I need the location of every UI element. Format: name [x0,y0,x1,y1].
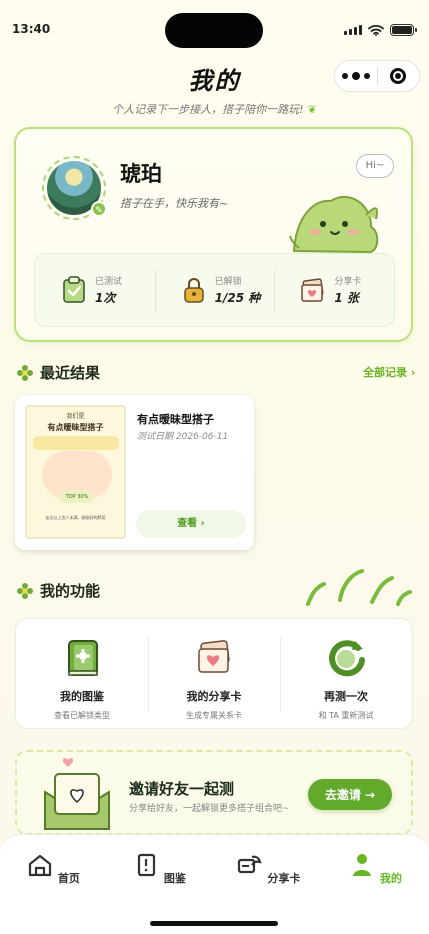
share-card-icon [301,278,324,302]
feature-desc: 查看已解锁类型 [54,711,110,720]
poster-top-text: 我们是 [66,413,85,420]
book-alert-icon [137,853,156,877]
stat-label: 已解锁 [214,277,242,287]
flower-icon [17,582,33,599]
invite-banner[interactable]: 邀请好友一起测 分享给好友，一起解锁更多搭子组合吧~ 去邀请 → [15,750,413,835]
camera-notch [165,13,263,48]
target-icon [390,68,407,84]
stat-share-cards[interactable]: 分享卡 1 张 [274,254,394,326]
result-poster: 我们是 有点暧昧型搭子 TOP 30% 友达以上恋人未满，刚刚好的默契 [25,405,126,539]
feature-label: 我的分享卡 [186,690,242,703]
recent-results-heading: 最近结果 [16,362,100,383]
mini-program-capsule [334,60,420,92]
mascot-illustration [289,195,379,254]
poster-badge: TOP 30% [60,491,94,503]
more-button[interactable] [335,71,377,80]
lock-icon [183,278,204,303]
leaf-icon: ❦ [307,103,317,116]
stat-value: 1次 [95,291,116,305]
section-title: 最近结果 [40,364,101,382]
clipboard-check-icon [63,276,85,303]
status-time: 13:40 [12,22,51,36]
feature-desc: 生成专属关系卡 [186,711,242,720]
stat-value: 1 张 [334,291,359,305]
features-card: 我的图鉴 查看已解锁类型 我的分享卡 生成专属关系卡 再测一次 和 TA 重新测… [15,618,413,729]
feature-retest[interactable]: 再测一次 和 TA 重新测试 [280,619,412,728]
poster-ribbon [32,436,119,450]
signal-icon [344,25,362,35]
grass-decoration [306,569,412,606]
view-result-button[interactable]: 查看 › [136,510,246,538]
stat-label: 已测试 [95,277,123,287]
all-records-link[interactable]: 全部记录 › [363,364,415,380]
poster-note: 友达以上恋人未满，刚刚好的默契 [45,515,106,520]
envelope-heart-icon [44,758,110,830]
book-icon [68,640,98,676]
username: 琥珀 [120,162,162,186]
stat-tested[interactable]: 已测试 1次 [35,254,155,326]
invite-title: 邀请好友一起测 [129,780,235,798]
avatar[interactable]: ✎ [42,156,107,220]
user-icon [353,854,372,876]
feature-desc: 和 TA 重新测试 [318,711,374,720]
bottom-tab-bar: 首页 图鉴 分享卡 我的 [0,834,429,934]
profile-stats: 已测试 1次 已解锁 1/25 种 分享卡 1 张 [34,253,395,327]
profile-card: ✎ 琥珀 搭子在手，快乐我有~ Hi~ 已测试 1次 已解锁 1/25 种 分享卡 1… [14,127,413,342]
tab-home[interactable]: 首页 [18,851,88,886]
tab-label: 图鉴 [163,872,186,885]
result-name: 有点暧昧型搭子 [137,413,214,426]
wifi-icon [368,24,384,36]
flower-icon [17,364,33,381]
invite-desc: 分享给好友，一起解锁更多搭子组合吧~ [129,804,290,814]
tab-label: 分享卡 [267,872,301,885]
edit-avatar-icon[interactable]: ✎ [91,201,107,217]
subtitle-text: 个人记录下一步接人，搭子陪你一路玩! [112,103,304,116]
page-subtitle: 个人记录下一步接人，搭子陪你一路玩! ❦ [0,101,429,117]
status-icons [344,24,417,36]
stat-unlocked[interactable]: 已解锁 1/25 种 [154,254,275,326]
share-icon [237,855,262,874]
home-icon [28,854,52,877]
invite-button[interactable]: 去邀请 → [308,779,392,810]
user-bio: 搭子在手，快乐我有~ [120,197,229,210]
tab-collection[interactable]: 图鉴 [124,851,194,886]
result-date: 测试日期 2026-06-11 [137,432,229,442]
recent-result-card[interactable]: 我们是 有点暧昧型搭子 TOP 30% 友达以上恋人未满，刚刚好的默契 有点暧昧… [15,395,254,550]
close-button[interactable] [378,68,419,84]
home-indicator [150,921,278,926]
poster-title: 有点暧昧型搭子 [47,423,104,432]
tab-label: 首页 [57,872,80,885]
feature-label: 我的图鉴 [60,690,104,703]
hi-bubble: Hi~ [356,154,394,178]
features-heading: 我的功能 [16,580,100,601]
feature-label: 再测一次 [324,690,368,703]
stat-value: 1/25 种 [214,291,261,305]
tab-share-card[interactable]: 分享卡 [233,851,303,886]
tab-label: 我的 [379,872,402,885]
share-card-icon [198,640,230,673]
battery-icon [390,24,417,36]
tab-profile[interactable]: 我的 [340,851,410,886]
feature-share-card[interactable]: 我的分享卡 生成专属关系卡 [148,619,280,728]
status-bar: 13:40 [0,0,429,56]
section-title: 我的功能 [40,582,101,600]
refresh-icon [329,640,365,677]
feature-collection[interactable]: 我的图鉴 查看已解锁类型 [16,619,148,728]
stat-label: 分享卡 [334,277,362,287]
